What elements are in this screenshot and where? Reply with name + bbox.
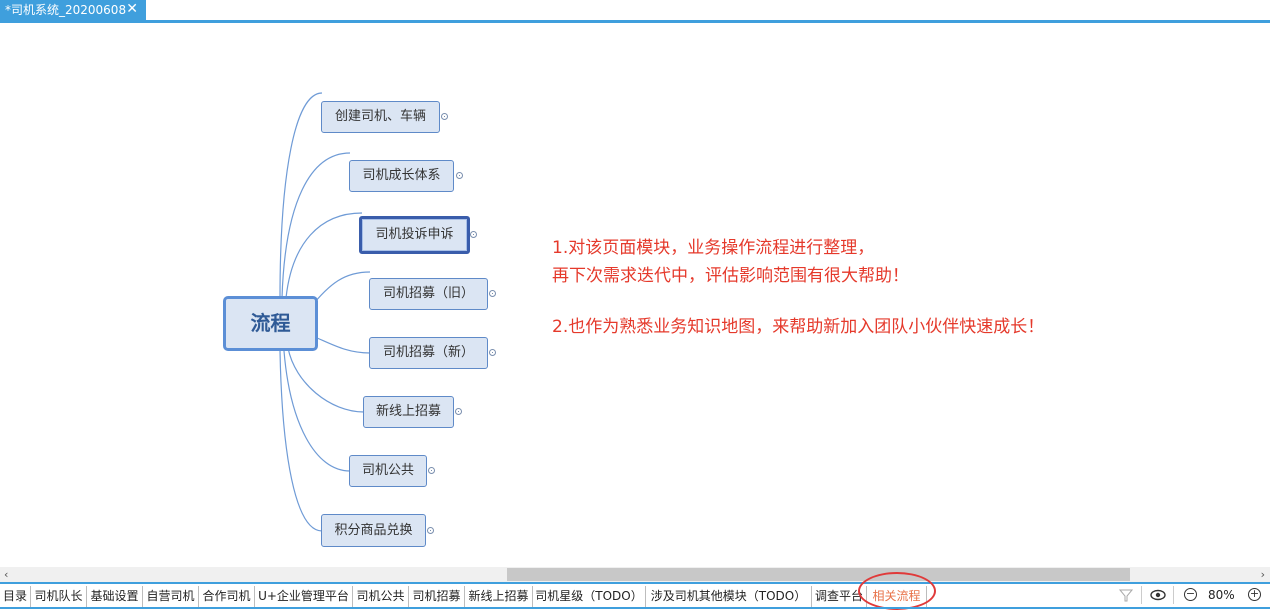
expand-icon[interactable] [428,467,435,474]
node-branch-8[interactable]: 积分商品兑换 [321,514,426,547]
filter-icon[interactable] [1119,588,1133,602]
zoom-out-icon[interactable]: − [1184,588,1197,601]
horizontal-scrollbar[interactable]: ‹ › [0,567,1270,582]
node-branch-7[interactable]: 司机公共 [349,455,427,487]
expand-icon[interactable] [489,349,496,356]
sheet-tab-driver-star[interactable]: 司机星级（TODO） [533,586,646,607]
sheet-tab-online-recruit[interactable]: 新线上招募 [465,586,533,607]
connector-3 [285,212,363,299]
sheet-tab-enterprise-platform[interactable]: U+企业管理平台 [255,586,353,607]
scroll-left-icon[interactable]: ‹ [4,567,8,582]
document-tab-title: *司机系统_20200608 [5,3,127,17]
document-tab[interactable]: *司机系统_20200608 ✕ [0,0,146,20]
zoom-in-icon[interactable]: + [1248,588,1261,601]
connector-5 [309,334,371,354]
sheet-tab-catalog[interactable]: 目录 [0,586,31,607]
node-branch-1[interactable]: 创建司机、车辆 [321,101,440,133]
node-branch-6[interactable]: 新线上招募 [363,396,454,428]
close-icon[interactable]: ✕ [126,0,138,19]
node-branch-5[interactable]: 司机招募（新） [369,337,488,369]
mindmap-connectors [279,92,371,532]
bottom-accent-line [0,607,1270,609]
expand-icon[interactable] [455,408,462,415]
expand-icon[interactable] [489,290,496,297]
node-branch-2[interactable]: 司机成长体系 [349,160,454,192]
connector-6 [287,347,365,413]
expand-icon[interactable] [470,231,477,238]
connector-4 [309,271,371,309]
sheet-tab-driver-common[interactable]: 司机公共 [353,586,409,607]
sheet-tab-partner-driver[interactable]: 合作司机 [199,586,255,607]
eye-icon[interactable] [1150,588,1166,602]
scrollbar-thumb[interactable] [507,568,1130,581]
document-tab-bar: *司机系统_20200608 ✕ [0,0,1270,23]
scroll-right-icon[interactable]: › [1261,567,1265,582]
connector-7 [283,350,351,472]
expand-icon[interactable] [441,113,448,120]
sheet-tab-basic-settings[interactable]: 基础设置 [87,586,143,607]
toolbar-separator [1173,586,1174,604]
mindmap-root-node[interactable]: 流程 [223,296,318,351]
sheet-tab-driver-recruit[interactable]: 司机招募 [409,586,465,607]
note-line-2: 再下次需求迭代中，评估影响范围有很大帮助！ [552,266,909,286]
sheet-tab-self-run-driver[interactable]: 自营司机 [143,586,199,607]
note-line-1: 1.对该页面模块，业务操作流程进行整理， [552,238,875,258]
sheet-tab-driver-captain[interactable]: 司机队长 [31,586,87,607]
toolbar-separator [1141,586,1142,604]
sheet-tab-other-modules[interactable]: 涉及司机其他模块（TODO） [646,586,812,607]
connector-2 [281,152,351,299]
expand-icon[interactable] [427,527,434,534]
node-branch-4[interactable]: 司机招募（旧） [369,278,488,310]
zoom-level: 80% [1208,588,1235,602]
expand-icon[interactable] [456,172,463,179]
note-line-3: 2.也作为熟悉业务知识地图，来帮助新加入团队小伙伴快速成长！ [552,317,1045,337]
mindmap-canvas[interactable]: 流程 创建司机、车辆 司机成长体系 司机投诉申诉 司机招募（旧） 司机招募（新）… [0,23,1270,567]
node-branch-3-selected[interactable]: 司机投诉申诉 [359,216,470,254]
connector-1 [279,92,323,299]
sheet-tab-survey-platform[interactable]: 调查平台 [812,586,867,607]
sheet-tab-related-process[interactable]: 相关流程 [867,586,927,607]
